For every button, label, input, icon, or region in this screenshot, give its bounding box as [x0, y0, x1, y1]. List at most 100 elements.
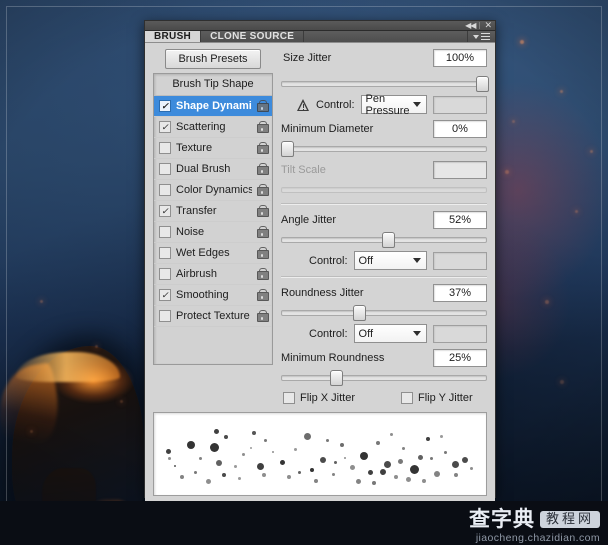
preview-dot: [210, 443, 219, 452]
preview-dot: [199, 457, 202, 460]
lock-icon[interactable]: [257, 205, 269, 217]
brush-option-color-dynamics[interactable]: Color Dynamics: [154, 180, 272, 201]
size-control-select[interactable]: Pen Pressure: [360, 93, 427, 117]
tabbar-filler: [304, 31, 468, 42]
panel-menu-icon[interactable]: [468, 31, 495, 42]
brush-tip-shape-item[interactable]: Brush Tip Shape: [154, 74, 272, 96]
lock-icon[interactable]: [257, 247, 269, 259]
brush-option-scattering[interactable]: Scattering: [154, 117, 272, 138]
roundness-control-value: Off: [358, 327, 374, 340]
tab-clone-source[interactable]: CLONE SOURCE: [201, 31, 305, 42]
size-control-label: Control:: [316, 98, 355, 111]
checkbox[interactable]: [159, 310, 171, 322]
checkbox[interactable]: [159, 184, 171, 196]
lock-icon[interactable]: [257, 289, 269, 301]
preview-dot: [376, 441, 380, 445]
checkbox[interactable]: [159, 121, 171, 133]
checkbox[interactable]: [159, 142, 171, 154]
preview-dot: [294, 448, 297, 451]
size-jitter-value[interactable]: 100%: [433, 49, 487, 67]
background-ember: [575, 210, 578, 213]
close-icon[interactable]: ✕: [484, 21, 492, 30]
minimum-diameter-label: Minimum Diameter: [281, 123, 374, 135]
angle-jitter-slider[interactable]: [281, 232, 487, 248]
flip-y-jitter-checkbox[interactable]: Flip Y Jitter: [401, 392, 473, 404]
brush-option-shape-dynamics[interactable]: Shape Dynamics: [154, 96, 272, 117]
minimum-roundness-slider[interactable]: [281, 370, 487, 386]
preview-dot: [340, 443, 344, 447]
lock-icon[interactable]: [257, 142, 269, 154]
flip-x-jitter-checkbox[interactable]: Flip X Jitter: [283, 392, 355, 404]
lock-icon[interactable]: [257, 163, 269, 175]
brush-option-label: Color Dynamics: [176, 184, 252, 196]
lock-icon[interactable]: [257, 100, 269, 112]
angle-jitter-value[interactable]: 52%: [433, 211, 487, 229]
preview-dot: [234, 465, 237, 468]
brush-options-items: Shape Dynamics Scattering Texture Dual Brus…: [154, 96, 272, 327]
preview-dot: [422, 479, 426, 483]
brush-presets-button[interactable]: Brush Presets: [165, 49, 261, 69]
minimum-roundness-value[interactable]: 25%: [433, 349, 487, 367]
preview-dot: [444, 451, 447, 454]
minimum-diameter-slider[interactable]: [281, 141, 487, 157]
preview-dot: [238, 477, 241, 480]
background-ember: [590, 150, 593, 153]
preview-dot: [394, 475, 398, 479]
tab-brush-label: BRUSH: [154, 31, 192, 42]
preview-dot: [168, 457, 171, 460]
brush-option-transfer[interactable]: Transfer: [154, 201, 272, 222]
background-ember: [560, 380, 564, 384]
lock-icon[interactable]: [257, 121, 269, 133]
checkbox[interactable]: [159, 163, 171, 175]
minimum-diameter-row: Minimum Diameter 0%: [281, 120, 487, 138]
preview-dot: [406, 477, 411, 482]
lock-icon[interactable]: [257, 310, 269, 322]
brush-option-texture[interactable]: Texture: [154, 138, 272, 159]
brush-option-dual-brush[interactable]: Dual Brush: [154, 159, 272, 180]
preview-dot: [187, 441, 195, 449]
tab-clone-source-label: CLONE SOURCE: [210, 31, 295, 42]
preview-dot: [344, 457, 346, 459]
roundness-jitter-value[interactable]: 37%: [433, 284, 487, 302]
checkbox[interactable]: [159, 247, 171, 259]
tilt-scale-slider: [281, 182, 487, 196]
checkbox[interactable]: [159, 289, 171, 301]
preview-dot: [334, 461, 337, 464]
minimum-diameter-value[interactable]: 0%: [433, 120, 487, 138]
brush-option-label: Smoothing: [176, 289, 229, 301]
brush-option-airbrush[interactable]: Airbrush: [154, 264, 272, 285]
minimum-roundness-row: Minimum Roundness 25%: [281, 349, 487, 367]
size-control-spare-field[interactable]: [433, 95, 487, 114]
checkbox[interactable]: [159, 268, 171, 280]
brush-option-label: Protect Texture: [176, 310, 250, 322]
roundness-jitter-row: Roundness Jitter 37%: [281, 284, 487, 302]
brush-option-wet-edges[interactable]: Wet Edges: [154, 243, 272, 264]
angle-control-select[interactable]: Off: [353, 251, 427, 270]
checkbox[interactable]: [159, 205, 171, 217]
roundness-jitter-slider[interactable]: [281, 305, 487, 321]
preview-dot: [398, 459, 403, 464]
roundness-control-label: Control:: [309, 327, 348, 340]
lock-icon[interactable]: [257, 268, 269, 280]
brush-option-protect-texture[interactable]: Protect Texture: [154, 306, 272, 327]
angle-control-spare-field[interactable]: [433, 251, 487, 270]
preview-dot: [206, 479, 211, 484]
roundness-control-select[interactable]: Off: [353, 324, 427, 343]
brush-option-noise[interactable]: Noise: [154, 222, 272, 243]
checkbox[interactable]: [159, 100, 171, 112]
lock-icon[interactable]: [257, 226, 269, 238]
angle-jitter-row: Angle Jitter 52%: [281, 211, 487, 229]
roundness-control-spare-field[interactable]: [433, 324, 487, 343]
size-jitter-slider[interactable]: [281, 76, 489, 92]
angle-control-value: Off: [358, 254, 374, 267]
checkbox[interactable]: [159, 226, 171, 238]
panel-titlebar[interactable]: ◀◀ ✕: [145, 21, 495, 31]
preview-dot: [470, 467, 473, 470]
collapse-icon[interactable]: ◀◀: [465, 21, 476, 30]
tilt-scale-row: Tilt Scale: [281, 161, 487, 179]
preview-dot: [214, 429, 219, 434]
tilt-scale-value: [433, 161, 487, 179]
brush-option-smoothing[interactable]: Smoothing: [154, 285, 272, 306]
tab-brush[interactable]: BRUSH: [145, 31, 202, 42]
lock-icon[interactable]: [257, 184, 269, 196]
